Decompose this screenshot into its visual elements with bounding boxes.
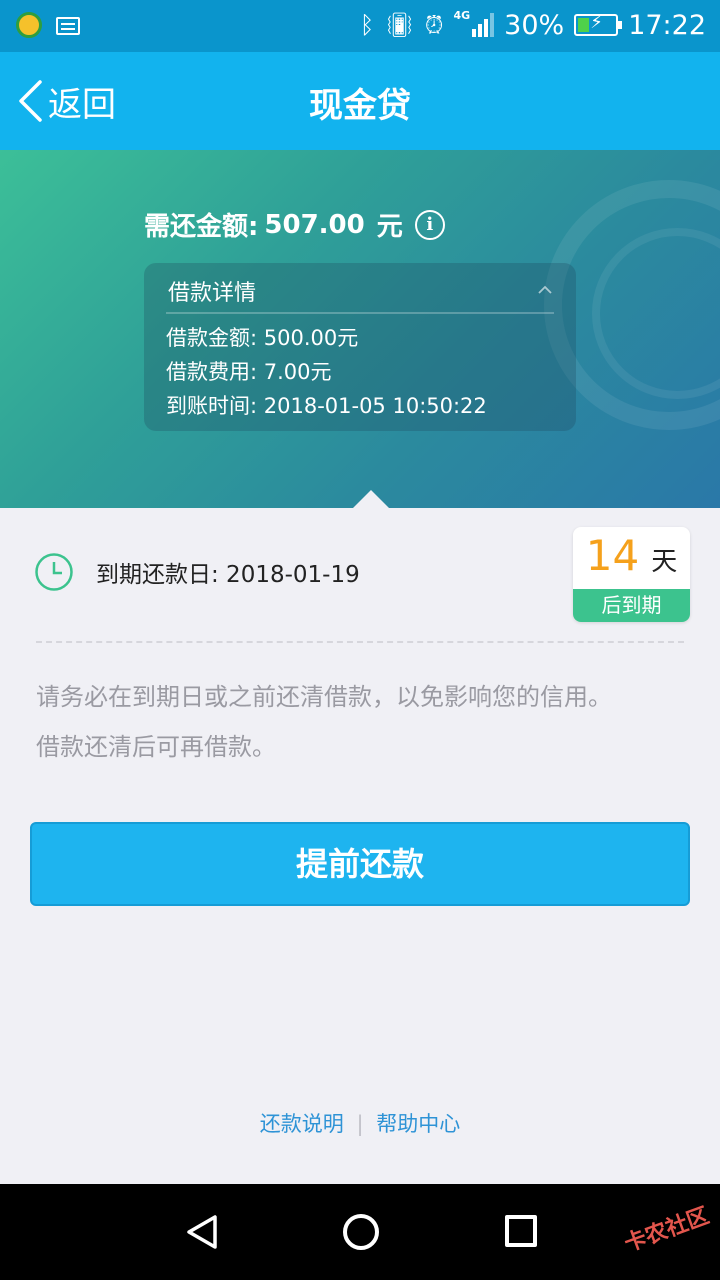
due-date-row: 到期还款日: 2018-01-19: [34, 552, 360, 592]
nav-home-icon[interactable]: [343, 1214, 379, 1250]
status-bar: ᛒ 📳︎ ⏰︎ 4G 30% ⚡︎ 17:22: [0, 0, 720, 52]
clock-time: 17:22: [628, 9, 706, 41]
notice-line-1: 请务必在到期日或之前还清借款，以免影响您的信用。: [36, 683, 612, 711]
vibrate-icon: 📳︎: [384, 11, 415, 39]
amount-label: 需还金额:: [144, 212, 259, 242]
detail-title: 借款详情: [168, 281, 257, 306]
nav-bar: 返回 现金贷: [0, 52, 720, 150]
countdown-caption: 后到期: [573, 589, 690, 622]
loan-summary-panel: 需还金额: 507.00 元 i 借款详情 借款金额: 500.00元 借款费用…: [0, 150, 720, 508]
bluetooth-icon: ᛒ: [359, 11, 375, 39]
panel-pointer: [353, 490, 389, 508]
info-icon[interactable]: i: [414, 209, 445, 240]
repay-amount: 需还金额: 507.00 元 i: [144, 206, 445, 243]
battery-percent: 30%: [504, 9, 565, 41]
footer-separator: |: [356, 1112, 364, 1136]
detail-lines: 借款金额: 500.00元 借款费用: 7.00元 到账时间: 2018-01-…: [166, 321, 487, 423]
nav-recents-icon[interactable]: [505, 1215, 537, 1247]
dashed-divider: [36, 641, 684, 643]
loan-fee-line: 借款费用: 7.00元: [166, 360, 332, 384]
status-left-icons: [16, 12, 80, 38]
loan-detail-card: 借款详情 借款金额: 500.00元 借款费用: 7.00元 到账时间: 201…: [144, 263, 576, 431]
notice-line-2: 借款还清后可再借款。: [36, 733, 276, 761]
nav-back-icon[interactable]: [185, 1214, 221, 1250]
due-date-label: 到期还款日: 2018-01-19: [96, 562, 360, 588]
footer-links: 还款说明 | 帮助中心: [0, 1108, 720, 1138]
status-right-icons: ᛒ 📳︎ ⏰︎ 4G 30% ⚡︎ 17:22: [360, 8, 706, 42]
repay-instructions-link[interactable]: 还款说明: [260, 1112, 344, 1136]
countdown-top: 14 天: [573, 527, 690, 589]
page-title: 现金贷: [309, 86, 411, 126]
signal-icon: [472, 13, 495, 37]
battery-icon: ⚡︎: [574, 12, 623, 36]
detail-divider: [166, 312, 554, 314]
amount-unit: 元: [376, 212, 403, 242]
alarm-icon: ⏰︎: [424, 11, 444, 39]
notice-text: 请务必在到期日或之前还清借款，以免影响您的信用。 借款还清后可再借款。: [36, 672, 686, 772]
amount-value: 507.00: [264, 209, 365, 240]
countdown-unit: 天: [651, 547, 678, 577]
battery-level: [578, 18, 589, 32]
system-nav-bar: 卡农社区: [0, 1184, 720, 1280]
clock-icon: [35, 553, 73, 591]
arrival-time-line: 到账时间: 2018-01-05 10:50:22: [166, 394, 487, 418]
site-watermark: 卡农社区: [621, 1203, 713, 1258]
chevron-up-icon[interactable]: [536, 281, 554, 299]
help-center-link[interactable]: 帮助中心: [376, 1112, 460, 1136]
repay-early-button[interactable]: 提前还款: [30, 822, 690, 906]
countdown-badge: 14 天 后到期: [573, 527, 690, 622]
loan-amount-line: 借款金额: 500.00元: [166, 326, 359, 350]
charging-icon: ⚡︎: [590, 12, 603, 33]
app-notification-icon: [16, 12, 42, 38]
network-type: 4G: [453, 8, 471, 22]
countdown-number: 14: [585, 531, 640, 580]
keyboard-icon: [56, 17, 80, 35]
